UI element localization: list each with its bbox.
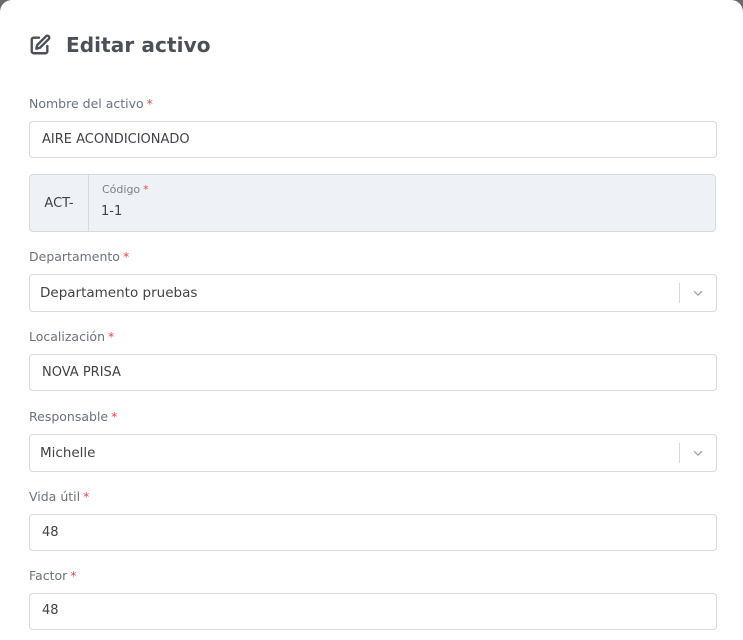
department-label-text: Departamento — [29, 249, 120, 264]
modal-header: Editar activo — [29, 33, 211, 57]
location-label: Localización * — [29, 329, 114, 344]
useful-life-input[interactable]: 48 — [29, 514, 717, 551]
factor-input[interactable]: 48 — [29, 593, 717, 630]
code-label: Código * — [102, 183, 149, 196]
department-label: Departamento * — [29, 249, 129, 264]
responsible-label-text: Responsable — [29, 409, 109, 424]
asset-name-label: Nombre del activo * — [29, 96, 153, 111]
code-input-group: ACT- Código * 1-1 — [29, 174, 716, 232]
location-input[interactable]: NOVA PRISA — [29, 354, 717, 391]
required-marker: * — [70, 568, 77, 583]
code-input[interactable]: Código * 1-1 — [89, 175, 715, 231]
factor-label: Factor * — [29, 568, 77, 583]
edit-asset-modal: Editar activo Nombre del activo * AIRE AC… — [0, 0, 743, 640]
responsible-value: Michelle — [40, 445, 96, 461]
useful-life-value: 48 — [42, 525, 59, 540]
asset-name-input[interactable]: AIRE ACONDICIONADO — [29, 121, 717, 158]
location-label-text: Localización — [29, 329, 106, 344]
asset-name-value: AIRE ACONDICIONADO — [42, 132, 190, 147]
chevron-down-icon[interactable] — [680, 275, 716, 311]
responsible-select[interactable]: Michelle — [29, 434, 717, 472]
chevron-down-icon[interactable] — [680, 435, 716, 471]
department-select[interactable]: Departamento pruebas — [29, 274, 717, 312]
required-marker: * — [122, 249, 130, 264]
edit-icon — [29, 34, 51, 56]
required-marker: * — [83, 489, 90, 504]
code-label-text: Código — [102, 183, 141, 196]
useful-life-label: Vida útil * — [29, 489, 89, 504]
asset-name-label-text: Nombre del activo — [29, 96, 144, 111]
location-value: NOVA PRISA — [42, 365, 121, 380]
responsible-label: Responsable * — [29, 409, 117, 424]
required-marker: * — [143, 183, 149, 196]
factor-value: 48 — [42, 603, 59, 618]
department-value: Departamento pruebas — [40, 285, 198, 301]
factor-label-text: Factor — [29, 568, 68, 583]
required-marker: * — [108, 329, 115, 344]
required-marker: * — [111, 409, 118, 424]
required-marker: * — [146, 96, 153, 111]
code-value: 1-1 — [101, 204, 123, 219]
useful-life-label-text: Vida útil — [29, 489, 81, 504]
code-prefix: ACT- — [30, 175, 89, 231]
modal-title: Editar activo — [66, 33, 211, 57]
